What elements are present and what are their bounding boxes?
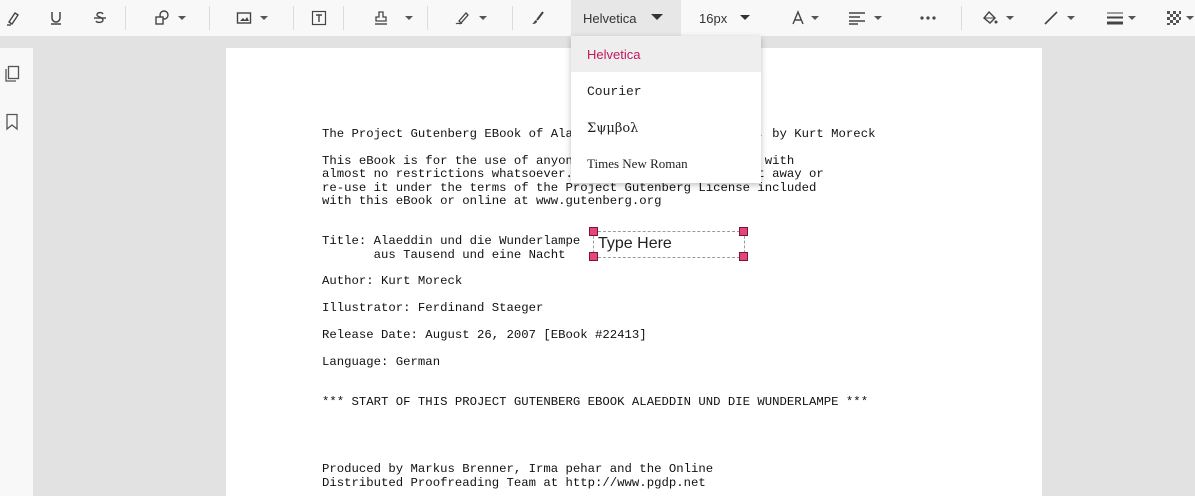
document-line: *** START OF THIS PROJECT GUTENBERG EBOO…: [322, 395, 869, 410]
font-option-helvetica[interactable]: Helvetica: [571, 36, 761, 72]
image-icon[interactable]: [234, 0, 270, 36]
font-option-times-new-roman[interactable]: Times New Roman: [571, 146, 761, 182]
underline-icon[interactable]: [48, 0, 64, 36]
font-size-value: 16px: [699, 10, 728, 26]
ink-pen-icon[interactable]: [530, 0, 546, 36]
document-line: Language: German: [322, 354, 441, 369]
signature-icon[interactable]: [454, 0, 488, 36]
line-thickness-icon[interactable]: [1104, 0, 1138, 36]
toolbar-separator: [125, 6, 126, 30]
document-line: re-use it under the terms of the Project…: [322, 180, 817, 195]
bookmark-icon[interactable]: [4, 113, 20, 131]
resize-handle-bottom-right[interactable]: [739, 252, 748, 261]
highlight-icon[interactable]: [4, 0, 22, 36]
toolbar-separator: [961, 6, 962, 30]
resize-handle-bottom-left[interactable]: [589, 252, 598, 261]
font-family-dropdown: Helvetica Courier Σψμβολ Times New Roman: [571, 36, 761, 183]
shapes-icon[interactable]: [150, 0, 190, 36]
toolbar-separator: [209, 6, 210, 30]
document-line: Author: Kurt Moreck: [322, 274, 463, 289]
free-text-annotation[interactable]: Type Here: [593, 231, 745, 258]
font-option-label: Helvetica: [587, 46, 641, 62]
document-line: Distributed Proofreading Team at http://…: [322, 475, 706, 490]
left-navigation-rail: [0, 48, 34, 496]
free-text-icon[interactable]: [310, 0, 328, 36]
resize-handle-top-left[interactable]: [589, 227, 598, 236]
toolbar-separator: [427, 6, 428, 30]
free-text-content[interactable]: Type Here: [598, 235, 672, 253]
fill-color-icon[interactable]: [982, 0, 1014, 36]
stroke-color-icon[interactable]: [1043, 0, 1075, 36]
font-option-label: Times New Roman: [587, 156, 688, 171]
stamp-icon[interactable]: [371, 0, 415, 36]
font-color-icon[interactable]: [790, 0, 820, 36]
more-icon[interactable]: [918, 0, 938, 36]
font-size-select[interactable]: 16px: [688, 0, 760, 36]
document-line: Produced by Markus Brenner, Irma pehar a…: [322, 462, 714, 477]
text-align-icon[interactable]: [846, 0, 884, 36]
document-line: Release Date: August 26, 2007 [EBook #22…: [322, 328, 647, 343]
document-line: with this eBook or online at www.gutenbe…: [322, 194, 662, 209]
font-option-courier[interactable]: Courier: [571, 73, 761, 109]
document-line: Illustrator: Ferdinand Staeger: [322, 301, 544, 316]
page-thumbnails-icon[interactable]: [4, 65, 20, 83]
font-option-label: Courier: [587, 83, 642, 99]
font-option-symbol[interactable]: Σψμβολ: [571, 110, 761, 146]
chevron-down-icon: [740, 15, 750, 20]
toolbar-separator: [343, 6, 344, 30]
chevron-down-icon: [651, 14, 663, 20]
toolbar-separator: [293, 6, 294, 30]
font-family-select[interactable]: Helvetica: [571, 0, 681, 36]
font-option-label: Σψμβολ: [587, 120, 639, 136]
toolbar-separator: [512, 6, 513, 30]
strikethrough-icon[interactable]: [91, 0, 109, 36]
resize-handle-top-right[interactable]: [739, 227, 748, 236]
font-family-value: Helvetica: [583, 10, 637, 26]
opacity-icon[interactable]: [1166, 0, 1195, 36]
